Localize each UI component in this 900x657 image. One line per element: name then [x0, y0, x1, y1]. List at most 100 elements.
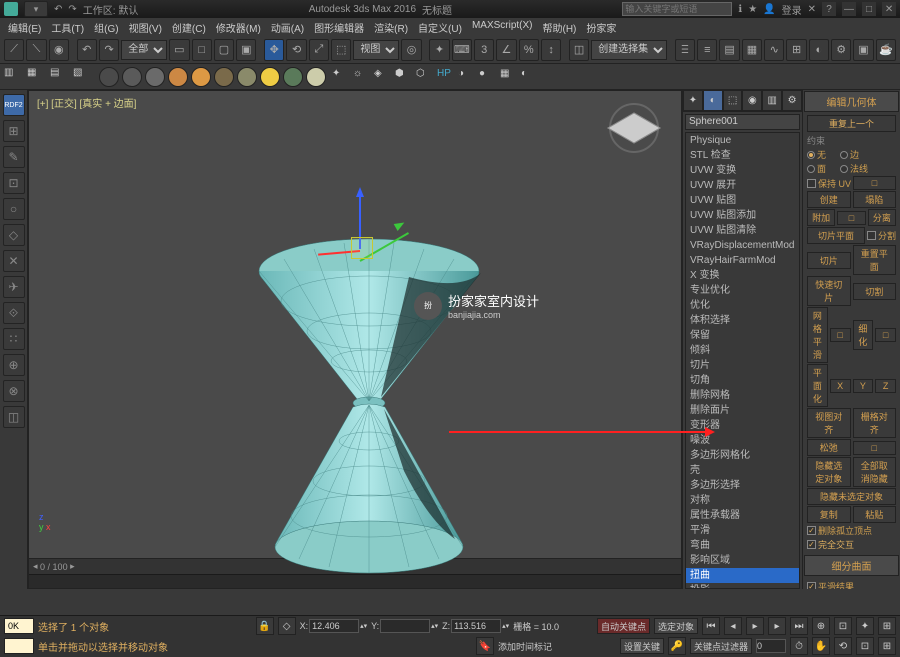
smooth-result-check[interactable]: ✓ [807, 582, 816, 589]
mat-sphere-2[interactable] [122, 67, 142, 87]
modifier-item[interactable]: 删除网格 [686, 388, 799, 403]
constrain-none-radio[interactable] [807, 151, 815, 159]
relax-button[interactable]: 松弛 [807, 439, 851, 456]
hide-sel-button[interactable]: 隐藏选定对象 [807, 457, 851, 487]
ltool-7[interactable]: ✕ [3, 250, 25, 272]
help-icon[interactable]: ? [822, 2, 836, 16]
modifier-item[interactable]: 删除面片 [686, 403, 799, 418]
modifier-item[interactable]: 多边形选择 [686, 478, 799, 493]
anim-icon-3[interactable]: ◈ [374, 68, 392, 86]
modifier-item[interactable]: 体积选择 [686, 313, 799, 328]
menu-item[interactable]: MAXScript(X) [468, 18, 537, 37]
mat-sphere-3[interactable] [145, 67, 165, 87]
modifier-item[interactable]: 切角 [686, 373, 799, 388]
x-coord-input[interactable] [309, 619, 359, 633]
nav-6-icon[interactable]: ⟲ [834, 637, 852, 655]
msmooth-button[interactable]: 网格平滑 [807, 307, 828, 363]
bind-icon[interactable]: ◉ [49, 39, 69, 61]
selection-filter[interactable]: 全部 [121, 40, 167, 60]
ref-coord-system[interactable]: 视图 [353, 40, 399, 60]
nav-4-icon[interactable]: ⊞ [878, 617, 896, 635]
next-frame-icon[interactable]: ▸ [768, 617, 786, 635]
snap-icon[interactable]: 3 [474, 39, 494, 61]
create-tab[interactable]: ✦ [683, 90, 703, 111]
ltool-13[interactable]: ◫ [3, 406, 25, 428]
ltool-12[interactable]: ⊗ [3, 380, 25, 402]
ltool-6[interactable]: ◇ [3, 224, 25, 246]
menu-item[interactable]: 工具(T) [47, 18, 88, 37]
redo-icon[interactable]: ↷ [99, 39, 119, 61]
ltool-4[interactable]: ⊡ [3, 172, 25, 194]
app-logo-icon[interactable] [4, 2, 18, 16]
goto-start-icon[interactable]: ⏮ [702, 617, 720, 635]
frame-input[interactable] [756, 639, 786, 653]
planar-y[interactable]: Y [853, 379, 874, 393]
preserve-uv-settings[interactable]: □ [853, 176, 896, 190]
ltool-9[interactable]: ⟐ [3, 302, 25, 324]
preserve-uv-check[interactable] [807, 179, 816, 188]
modifier-item[interactable]: 属性承载器 [686, 508, 799, 523]
display-tab[interactable]: ▥ [762, 90, 782, 111]
unlink-icon[interactable]: ⟍ [26, 39, 46, 61]
placement-icon[interactable]: ⬚ [331, 39, 351, 61]
constrain-face-radio[interactable] [807, 165, 815, 173]
full-interact-check[interactable]: ✓ [807, 540, 816, 549]
modifier-list[interactable]: PhysiqueSTL 检查UVW 变换UVW 展开UVW 贴图UVW 贴图添加… [685, 132, 800, 589]
tessellate-button[interactable]: 细化 [853, 320, 874, 350]
modifier-item[interactable]: VRayHairFarmMod [686, 253, 799, 268]
play-icon[interactable]: ▸ [746, 617, 764, 635]
time-config-icon[interactable]: ⏱ [790, 637, 808, 655]
mat-sphere-6[interactable] [214, 67, 234, 87]
menu-item[interactable]: 帮助(H) [539, 18, 581, 37]
maximize-button[interactable]: □ [862, 2, 876, 16]
rdf-button[interactable]: RDF2 [3, 94, 25, 116]
create-button[interactable]: 创建 [807, 191, 851, 208]
anim-icon-2[interactable]: ☼ [353, 68, 371, 86]
modifier-item[interactable]: 投影 [686, 583, 799, 589]
menu-item[interactable]: 动画(A) [267, 18, 308, 37]
keymode-icon[interactable]: ⌨ [452, 39, 472, 61]
mat-sphere-5[interactable] [191, 67, 211, 87]
ltool-8[interactable]: ✈ [3, 276, 25, 298]
manip-icon[interactable]: ✦ [429, 39, 449, 61]
constrain-normal-radio[interactable] [840, 165, 848, 173]
anim-icon-6[interactable]: HP [437, 68, 455, 86]
modifier-item[interactable]: STL 检查 [686, 148, 799, 163]
modifier-item[interactable]: VRayDisplacementMod [686, 238, 799, 253]
viewport-geometry[interactable] [229, 221, 509, 581]
rect-select-icon[interactable]: ▢ [214, 39, 234, 61]
goto-end-icon[interactable]: ⏭ [790, 617, 808, 635]
edit-geom-header[interactable]: 编辑几何体 [804, 91, 899, 112]
ltool-5[interactable]: ○ [3, 198, 25, 220]
modifier-item[interactable]: 保留 [686, 328, 799, 343]
menu-item[interactable]: 组(G) [90, 18, 122, 37]
anim-icon-10[interactable]: ◐ [521, 68, 539, 86]
nav-3-icon[interactable]: ✦ [856, 617, 874, 635]
menu-item[interactable]: 渲染(R) [370, 18, 412, 37]
toggle-ribbon-icon[interactable]: ▦ [742, 39, 762, 61]
align-icon[interactable]: ≡ [697, 39, 717, 61]
time-tag-icon[interactable]: 🔖 [476, 637, 494, 655]
view-align-button[interactable]: 视图对齐 [807, 408, 851, 438]
info-icon[interactable]: ℹ [738, 4, 742, 15]
anim-icon-5[interactable]: ⬡ [416, 68, 434, 86]
modifier-item[interactable]: UVW 展开 [686, 178, 799, 193]
paste-button[interactable]: 粘贴 [853, 506, 897, 523]
menu-item[interactable]: 修改器(M) [212, 18, 265, 37]
user-icon[interactable]: 👤 [763, 4, 775, 15]
modifier-item[interactable]: 弯曲 [686, 538, 799, 553]
subdiv-header[interactable]: 细分曲面 [804, 555, 899, 576]
select-link-icon[interactable]: ⟋ [4, 39, 24, 61]
window-crossing-icon[interactable]: ▣ [236, 39, 256, 61]
cross-icon[interactable]: ✕ [808, 4, 816, 15]
setkey-button[interactable]: 设置关键 [620, 638, 664, 654]
angle-snap-icon[interactable]: ∠ [496, 39, 516, 61]
select-name-icon[interactable]: □ [192, 39, 212, 61]
modifier-item[interactable]: 专业优化 [686, 283, 799, 298]
menu-item[interactable]: 自定义(U) [414, 18, 466, 37]
modifier-item[interactable]: UVW 贴图添加 [686, 208, 799, 223]
collapse-button[interactable]: 塌陷 [853, 191, 897, 208]
lock-icon[interactable]: 🔒 [256, 617, 274, 635]
modifier-item[interactable]: 倾斜 [686, 343, 799, 358]
nav-8-icon[interactable]: ⊞ [878, 637, 896, 655]
